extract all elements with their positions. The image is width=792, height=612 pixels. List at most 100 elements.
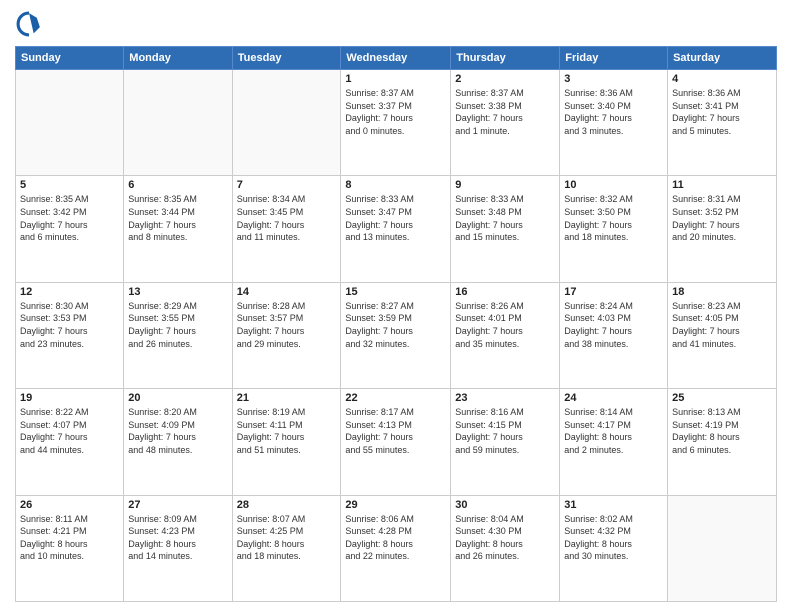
week-row-2: 5 Sunrise: 8:35 AM Sunset: 3:42 PM Daylig… bbox=[16, 176, 777, 282]
calendar-cell-2-5: 9 Sunrise: 8:33 AM Sunset: 3:48 PM Daylig… bbox=[451, 176, 560, 282]
calendar-cell-5-7 bbox=[668, 495, 777, 601]
calendar-cell-3-5: 16 Sunrise: 8:26 AM Sunset: 4:01 PM Dayli… bbox=[451, 282, 560, 388]
weekday-header-sunday: Sunday bbox=[16, 47, 124, 70]
day-info: Sunrise: 8:02 AM Sunset: 4:32 PM Dayligh… bbox=[564, 513, 663, 563]
calendar-cell-4-2: 20 Sunrise: 8:20 AM Sunset: 4:09 PM Dayli… bbox=[124, 389, 232, 495]
day-number: 30 bbox=[455, 499, 555, 511]
day-number: 29 bbox=[345, 499, 446, 511]
calendar-cell-5-2: 27Sunrise: 8:09 AM Sunset: 4:23 PM Dayli… bbox=[124, 495, 232, 601]
day-info: Sunrise: 8:07 AM Sunset: 4:25 PM Dayligh… bbox=[237, 513, 337, 563]
day-info: Sunrise: 8:14 AM Sunset: 4:17 PM Dayligh… bbox=[564, 406, 663, 456]
calendar-cell-5-3: 28 Sunrise: 8:07 AM Sunset: 4:25 PM Dayli… bbox=[232, 495, 341, 601]
day-number: 15 bbox=[345, 286, 446, 298]
day-number: 26 bbox=[20, 499, 119, 511]
calendar-cell-1-6: 3 Sunrise: 8:36 AM Sunset: 3:40 PM Daylig… bbox=[560, 70, 668, 176]
day-info: Sunrise: 8:30 AM Sunset: 3:53 PM Dayligh… bbox=[20, 300, 119, 350]
day-info: Sunrise: 8:29 AM Sunset: 3:55 PM Dayligh… bbox=[128, 300, 227, 350]
day-number: 24 bbox=[564, 392, 663, 404]
day-number: 3 bbox=[564, 73, 663, 85]
day-info: Sunrise: 8:31 AM Sunset: 3:52 PM Dayligh… bbox=[672, 193, 772, 243]
day-number: 5 bbox=[20, 179, 119, 191]
day-info: Sunrise: 8:36 AM Sunset: 3:40 PM Dayligh… bbox=[564, 87, 663, 137]
day-info: Sunrise: 8:37 AM Sunset: 3:37 PM Dayligh… bbox=[345, 87, 446, 137]
calendar-cell-2-4: 8 Sunrise: 8:33 AM Sunset: 3:47 PM Daylig… bbox=[341, 176, 451, 282]
day-info: Sunrise: 8:33 AM Sunset: 3:47 PM Dayligh… bbox=[345, 193, 446, 243]
header bbox=[15, 10, 777, 38]
calendar-cell-4-3: 21 Sunrise: 8:19 AM Sunset: 4:11 PM Dayli… bbox=[232, 389, 341, 495]
week-row-1: 1 Sunrise: 8:37 AM Sunset: 3:37 PM Daylig… bbox=[16, 70, 777, 176]
day-info: Sunrise: 8:35 AM Sunset: 3:42 PM Dayligh… bbox=[20, 193, 119, 243]
calendar-cell-2-6: 10Sunrise: 8:32 AM Sunset: 3:50 PM Dayli… bbox=[560, 176, 668, 282]
day-info: Sunrise: 8:04 AM Sunset: 4:30 PM Dayligh… bbox=[455, 513, 555, 563]
day-info: Sunrise: 8:13 AM Sunset: 4:19 PM Dayligh… bbox=[672, 406, 772, 456]
day-number: 14 bbox=[237, 286, 337, 298]
day-number: 4 bbox=[672, 73, 772, 85]
day-number: 2 bbox=[455, 73, 555, 85]
calendar-cell-4-5: 23Sunrise: 8:16 AM Sunset: 4:15 PM Dayli… bbox=[451, 389, 560, 495]
day-number: 23 bbox=[455, 392, 555, 404]
day-number: 9 bbox=[455, 179, 555, 191]
calendar-cell-1-2 bbox=[124, 70, 232, 176]
day-number: 1 bbox=[345, 73, 446, 85]
day-number: 12 bbox=[20, 286, 119, 298]
week-row-4: 19Sunrise: 8:22 AM Sunset: 4:07 PM Dayli… bbox=[16, 389, 777, 495]
calendar-body: 1 Sunrise: 8:37 AM Sunset: 3:37 PM Daylig… bbox=[16, 70, 777, 602]
day-number: 27 bbox=[128, 499, 227, 511]
calendar-cell-3-4: 15 Sunrise: 8:27 AM Sunset: 3:59 PM Dayli… bbox=[341, 282, 451, 388]
day-number: 31 bbox=[564, 499, 663, 511]
calendar-cell-3-1: 12 Sunrise: 8:30 AM Sunset: 3:53 PM Dayli… bbox=[16, 282, 124, 388]
weekday-header-monday: Monday bbox=[124, 47, 232, 70]
calendar-cell-5-4: 29 Sunrise: 8:06 AM Sunset: 4:28 PM Dayli… bbox=[341, 495, 451, 601]
calendar-cell-5-1: 26 Sunrise: 8:11 AM Sunset: 4:21 PM Dayli… bbox=[16, 495, 124, 601]
calendar-cell-4-7: 25 Sunrise: 8:13 AM Sunset: 4:19 PM Dayli… bbox=[668, 389, 777, 495]
calendar-cell-4-4: 22Sunrise: 8:17 AM Sunset: 4:13 PM Dayli… bbox=[341, 389, 451, 495]
calendar-cell-3-7: 18Sunrise: 8:23 AM Sunset: 4:05 PM Dayli… bbox=[668, 282, 777, 388]
day-number: 7 bbox=[237, 179, 337, 191]
calendar-header: SundayMondayTuesdayWednesdayThursdayFrid… bbox=[16, 47, 777, 70]
day-number: 28 bbox=[237, 499, 337, 511]
day-info: Sunrise: 8:27 AM Sunset: 3:59 PM Dayligh… bbox=[345, 300, 446, 350]
weekday-row: SundayMondayTuesdayWednesdayThursdayFrid… bbox=[16, 47, 777, 70]
page: SundayMondayTuesdayWednesdayThursdayFrid… bbox=[0, 0, 792, 612]
calendar-cell-3-3: 14 Sunrise: 8:28 AM Sunset: 3:57 PM Dayli… bbox=[232, 282, 341, 388]
day-number: 6 bbox=[128, 179, 227, 191]
day-info: Sunrise: 8:22 AM Sunset: 4:07 PM Dayligh… bbox=[20, 406, 119, 456]
calendar-cell-4-1: 19Sunrise: 8:22 AM Sunset: 4:07 PM Dayli… bbox=[16, 389, 124, 495]
logo bbox=[15, 10, 47, 38]
day-info: Sunrise: 8:34 AM Sunset: 3:45 PM Dayligh… bbox=[237, 193, 337, 243]
calendar-cell-3-6: 17Sunrise: 8:24 AM Sunset: 4:03 PM Dayli… bbox=[560, 282, 668, 388]
calendar-cell-1-3 bbox=[232, 70, 341, 176]
weekday-header-friday: Friday bbox=[560, 47, 668, 70]
calendar-cell-2-7: 11 Sunrise: 8:31 AM Sunset: 3:52 PM Dayli… bbox=[668, 176, 777, 282]
day-number: 8 bbox=[345, 179, 446, 191]
day-number: 17 bbox=[564, 286, 663, 298]
day-info: Sunrise: 8:26 AM Sunset: 4:01 PM Dayligh… bbox=[455, 300, 555, 350]
calendar-cell-4-6: 24 Sunrise: 8:14 AM Sunset: 4:17 PM Dayli… bbox=[560, 389, 668, 495]
day-number: 25 bbox=[672, 392, 772, 404]
week-row-5: 26 Sunrise: 8:11 AM Sunset: 4:21 PM Dayli… bbox=[16, 495, 777, 601]
day-number: 20 bbox=[128, 392, 227, 404]
day-info: Sunrise: 8:11 AM Sunset: 4:21 PM Dayligh… bbox=[20, 513, 119, 563]
day-number: 22 bbox=[345, 392, 446, 404]
weekday-header-saturday: Saturday bbox=[668, 47, 777, 70]
calendar-cell-1-5: 2Sunrise: 8:37 AM Sunset: 3:38 PM Daylig… bbox=[451, 70, 560, 176]
logo-icon bbox=[15, 10, 43, 38]
day-number: 21 bbox=[237, 392, 337, 404]
day-info: Sunrise: 8:06 AM Sunset: 4:28 PM Dayligh… bbox=[345, 513, 446, 563]
day-number: 16 bbox=[455, 286, 555, 298]
calendar-table: SundayMondayTuesdayWednesdayThursdayFrid… bbox=[15, 46, 777, 602]
calendar-cell-1-7: 4Sunrise: 8:36 AM Sunset: 3:41 PM Daylig… bbox=[668, 70, 777, 176]
day-number: 11 bbox=[672, 179, 772, 191]
day-info: Sunrise: 8:19 AM Sunset: 4:11 PM Dayligh… bbox=[237, 406, 337, 456]
day-number: 10 bbox=[564, 179, 663, 191]
calendar-cell-2-1: 5 Sunrise: 8:35 AM Sunset: 3:42 PM Daylig… bbox=[16, 176, 124, 282]
calendar-cell-1-4: 1 Sunrise: 8:37 AM Sunset: 3:37 PM Daylig… bbox=[341, 70, 451, 176]
calendar-cell-1-1 bbox=[16, 70, 124, 176]
day-info: Sunrise: 8:28 AM Sunset: 3:57 PM Dayligh… bbox=[237, 300, 337, 350]
day-info: Sunrise: 8:20 AM Sunset: 4:09 PM Dayligh… bbox=[128, 406, 227, 456]
weekday-header-tuesday: Tuesday bbox=[232, 47, 341, 70]
day-info: Sunrise: 8:33 AM Sunset: 3:48 PM Dayligh… bbox=[455, 193, 555, 243]
week-row-3: 12 Sunrise: 8:30 AM Sunset: 3:53 PM Dayli… bbox=[16, 282, 777, 388]
weekday-header-thursday: Thursday bbox=[451, 47, 560, 70]
calendar-cell-5-6: 31 Sunrise: 8:02 AM Sunset: 4:32 PM Dayli… bbox=[560, 495, 668, 601]
